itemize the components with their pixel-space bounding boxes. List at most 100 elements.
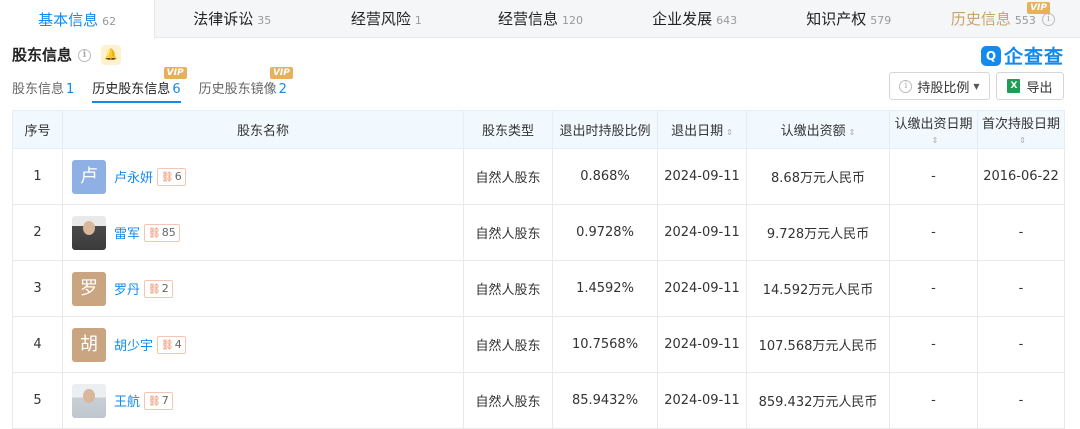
brand-logo: Q 企查查	[980, 42, 1064, 69]
tab-operation[interactable]: 经营信息 120	[463, 0, 617, 37]
relation-count: 4	[174, 337, 182, 351]
header-label: 认缴出资日期	[894, 116, 973, 132]
tab-ip[interactable]: 知识产权 579	[772, 0, 926, 37]
col-header-amount[interactable]: 认缴出资额 ⇕	[746, 110, 890, 149]
tab-history[interactable]: 历史信息 553 i VIP	[926, 0, 1080, 37]
tab-count: 1	[414, 13, 422, 27]
tab-label: 知识产权	[806, 10, 867, 28]
subtab-label: 历史股东信息	[92, 82, 171, 97]
relation-badge[interactable]: ⛓4	[157, 335, 186, 354]
tab-label: 基本信息	[38, 11, 99, 29]
table-row: 3 罗罗丹 ⛓2 自然人股东 1.4592% 2024-09-11 14.592万元人民币 -…	[12, 260, 1065, 317]
shareholder-name-link[interactable]: 雷军	[114, 227, 140, 242]
logo-text: 企查查	[1003, 46, 1064, 68]
tab-legal[interactable]: 法律诉讼 35	[155, 0, 309, 37]
relation-icon: ⛓	[161, 171, 174, 183]
cell-amount: 14.592万元人民币	[746, 260, 890, 317]
cell-type: 自然人股东	[463, 316, 553, 373]
col-header-type: 股东类型	[463, 110, 553, 149]
ratio-dropdown-button[interactable]: i 持股比例 ▼	[889, 72, 990, 100]
cell-no: 3	[12, 260, 63, 317]
cell-no: 5	[12, 372, 63, 429]
shareholder-name-link[interactable]: 王航	[114, 395, 140, 410]
avatar[interactable]: 罗	[72, 271, 106, 306]
col-header-sub-date[interactable]: 认缴出资日期 ⇕	[889, 110, 978, 149]
avatar[interactable]: 卢	[72, 159, 106, 194]
sub-tab-bar: 股东信息 1 历史股东信息 6 VIP 历史股东镜像 2 VIP	[12, 67, 305, 103]
sort-icon[interactable]: ⇕	[932, 136, 939, 145]
cell-no: 1	[12, 148, 63, 205]
vip-badge: VIP	[163, 67, 187, 79]
shareholder-name-link[interactable]: 罗丹	[114, 283, 140, 298]
tab-count: 553	[1014, 13, 1036, 27]
cell-name: 王航 ⛓7	[62, 372, 464, 429]
shareholder-name-link[interactable]: 胡少宇	[114, 339, 153, 354]
excel-icon: X	[1007, 79, 1021, 93]
caret-down-icon: ▼	[973, 81, 980, 91]
cell-first-date: -	[977, 260, 1065, 317]
cell-type: 自然人股东	[463, 260, 553, 317]
cell-sub-date: -	[889, 316, 978, 373]
sort-icon[interactable]: ⇕	[1019, 136, 1026, 145]
table-row: 5 王航 ⛓7 自然人股东 85.9432% 2024-09-11 859.432万元人民币…	[12, 372, 1065, 429]
relation-badge[interactable]: ⛓7	[144, 391, 173, 410]
cell-sub-date: -	[889, 148, 978, 205]
info-icon[interactable]: i	[78, 49, 92, 62]
tab-label: 历史信息	[950, 10, 1011, 28]
cell-name: 卢卢永妍 ⛓6	[62, 148, 464, 205]
subtab-label: 历史股东镜像	[198, 82, 277, 97]
avatar[interactable]: 胡	[72, 327, 106, 362]
cell-first-date: -	[977, 204, 1065, 261]
tab-count: 643	[716, 13, 738, 27]
cell-first-date: -	[977, 372, 1065, 429]
cell-sub-date: -	[889, 204, 978, 261]
sort-icon[interactable]: ⇕	[849, 128, 856, 137]
header-label: 退出日期	[671, 124, 724, 139]
col-header-ratio: 退出时持股比例	[552, 110, 658, 149]
tab-basic-info[interactable]: 基本信息 62	[0, 0, 156, 39]
sort-icon[interactable]: ⇕	[726, 128, 733, 137]
subtab-history-shareholders[interactable]: 历史股东信息 6 VIP	[92, 67, 187, 103]
cell-exit-date: 2024-09-11	[657, 260, 747, 317]
relation-badge[interactable]: ⛓6	[157, 167, 186, 186]
cell-exit-date: 2024-09-11	[657, 372, 747, 429]
col-header-exit-date[interactable]: 退出日期 ⇕	[657, 110, 747, 149]
subtab-shareholders[interactable]: 股东信息 1	[12, 78, 74, 103]
relation-badge[interactable]: ⛓85	[144, 223, 180, 242]
cell-type: 自然人股东	[463, 204, 553, 261]
subtab-label: 股东信息	[12, 82, 65, 97]
cell-ratio: 0.868%	[552, 148, 658, 205]
logo-icon: Q	[980, 45, 1001, 66]
tab-count: 579	[870, 13, 892, 27]
col-header-name: 股东名称	[62, 110, 464, 149]
table-row: 4 胡胡少宇 ⛓4 自然人股东 10.7568% 2024-09-11 107.568万元人…	[12, 316, 1065, 373]
tab-risk[interactable]: 经营风险 1	[309, 0, 463, 37]
cell-amount: 8.68万元人民币	[746, 148, 890, 205]
export-button[interactable]: X 导出	[996, 72, 1064, 100]
top-tab-bar: 基本信息 62 法律诉讼 35 经营风险 1 经营信息 120 企业发展 643…	[0, 0, 1080, 39]
shareholder-name-link[interactable]: 卢永妍	[114, 171, 153, 186]
subtab-count: 6	[172, 82, 181, 97]
info-icon: i	[899, 79, 913, 93]
cell-ratio: 1.4592%	[552, 260, 658, 317]
section-title: 股东信息	[12, 46, 73, 64]
tab-label: 经营风险	[350, 10, 411, 28]
table-header-row: 序号 股东名称 股东类型 退出时持股比例 退出日期 ⇕ 认缴出资额 ⇕ 认缴出资日期…	[12, 110, 1065, 149]
tab-development[interactable]: 企业发展 643	[618, 0, 772, 37]
tab-count: 62	[102, 14, 117, 28]
cell-name: 胡胡少宇 ⛓4	[62, 316, 464, 373]
cell-name: 罗罗丹 ⛓2	[62, 260, 464, 317]
bell-icon[interactable]: 🔔	[101, 44, 122, 65]
col-header-first-date[interactable]: 首次持股日期 ⇕	[977, 110, 1065, 149]
tab-label: 经营信息	[497, 10, 558, 28]
cell-exit-date: 2024-09-11	[657, 204, 747, 261]
relation-badge[interactable]: ⛓2	[144, 279, 173, 298]
col-header-no: 序号	[12, 110, 63, 149]
vip-badge: VIP	[1027, 2, 1050, 14]
avatar[interactable]	[72, 215, 106, 250]
subtab-history-mirror[interactable]: 历史股东镜像 2 VIP	[198, 67, 293, 103]
cell-type: 自然人股东	[463, 148, 553, 205]
avatar[interactable]	[72, 383, 106, 418]
info-icon[interactable]: i	[1041, 13, 1055, 26]
cell-ratio: 85.9432%	[552, 372, 658, 429]
